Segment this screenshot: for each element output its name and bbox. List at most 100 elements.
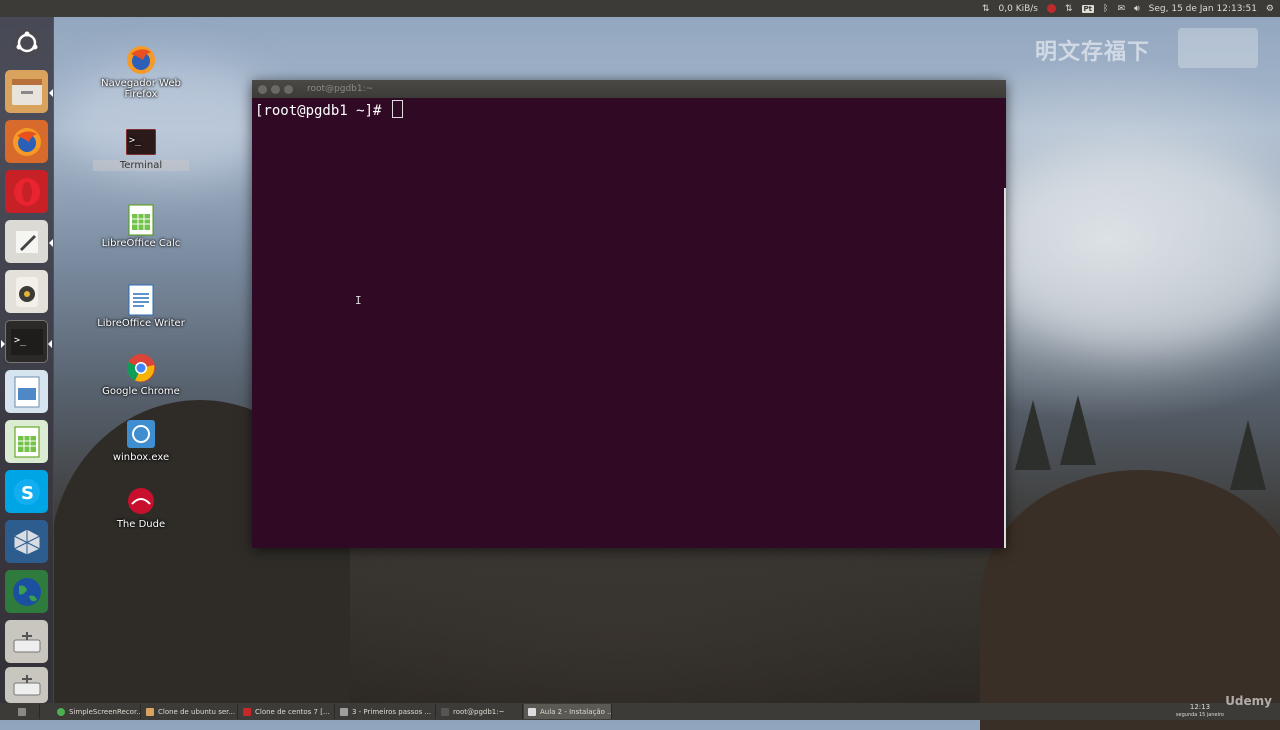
desktop-icon-label: Navegador Web Firefox: [101, 78, 181, 100]
firefox-icon: [127, 46, 155, 74]
svg-text:>_: >_: [14, 335, 27, 346]
task-simplescreenrecorder[interactable]: SimpleScreenRecor...: [53, 704, 141, 719]
svg-text:S: S: [21, 483, 34, 504]
firefox-launcher[interactable]: [5, 120, 48, 163]
taskbar-clock[interactable]: 12:13 segunda 15 janeiro: [1176, 703, 1224, 719]
rhythmbox-launcher[interactable]: [5, 270, 48, 313]
terminal-title: root@pgdb1:~: [307, 84, 374, 94]
globe-icon: [12, 577, 41, 606]
terminal-titlebar[interactable]: root@pgdb1:~: [252, 80, 1006, 98]
watermark: 明文存福下: [1034, 40, 1150, 65]
mail-icon[interactable]: ✉: [1117, 4, 1125, 14]
recorder-icon: [57, 707, 65, 716]
desktop-icon-winbox[interactable]: winbox.exe: [93, 418, 189, 463]
bluetooth-icon[interactable]: ᛒ: [1103, 4, 1108, 14]
tree: [1015, 400, 1051, 470]
files-launcher[interactable]: [5, 70, 53, 113]
network-speed[interactable]: 0,0 KiB/s: [999, 4, 1038, 14]
settings-gear-icon[interactable]: ⚙: [1266, 4, 1274, 14]
tree: [1060, 395, 1096, 465]
desktop-icon-the-dude[interactable]: The Dude: [93, 485, 189, 530]
network-icon[interactable]: ⇅: [1065, 4, 1073, 14]
drive-launcher-1[interactable]: [5, 620, 48, 663]
mouse-ibeam-cursor-icon: I: [355, 294, 362, 307]
terminal-window[interactable]: root@pgdb1:~ [root@pgdb1 ~]# I: [252, 80, 1006, 548]
virtualbox-icon: [243, 707, 251, 716]
top-panel: ⇅ 0,0 KiB/s ⇅ Pt ᛒ ✉ 🔊︎ Seg, 15 de Jan 1…: [0, 0, 1280, 17]
virtualbox-launcher[interactable]: [5, 520, 48, 563]
desktop-icon-firefox[interactable]: Navegador Web Firefox: [93, 44, 189, 100]
task-primeiros-passos[interactable]: 3 - Primeiros passos ...: [336, 704, 436, 719]
virtualbox-icon: [146, 707, 154, 716]
task-label: root@pgdb1:~: [453, 707, 505, 716]
shell-prompt: [root@pgdb1 ~]#: [255, 103, 382, 119]
document-icon: [128, 284, 154, 316]
the-dude-icon: [128, 488, 154, 514]
clock[interactable]: Seg, 15 de Jan 12:13:51: [1149, 4, 1257, 14]
taskbar-clock-time: 12:13: [1189, 703, 1211, 711]
maximize-button[interactable]: [284, 84, 293, 94]
chrome-icon: [126, 354, 155, 382]
task-label: Clone de ubuntu ser...: [158, 707, 236, 716]
browser-icon: [528, 707, 536, 716]
keyboard-layout-indicator[interactable]: Pt: [1081, 4, 1095, 13]
winbox-icon: [127, 420, 155, 448]
terminal-icon: >_: [126, 129, 156, 155]
drive-launcher-2[interactable]: [5, 667, 48, 703]
task-clone-ubuntu[interactable]: Clone de ubuntu ser...: [142, 704, 238, 719]
desktop-icon-label: Terminal: [93, 160, 189, 171]
desktop-icon-google-chrome[interactable]: Google Chrome: [93, 352, 189, 397]
terminal-launcher[interactable]: >_: [1, 320, 52, 363]
minimize-button[interactable]: [271, 84, 280, 94]
close-button[interactable]: [258, 84, 267, 94]
skype-launcher[interactable]: S: [5, 470, 48, 513]
firefox-icon: [12, 127, 41, 156]
virtualbox-icon: [13, 527, 40, 556]
image-document-icon: [14, 376, 39, 407]
show-desktop-button[interactable]: [14, 704, 40, 719]
text-editor-icon: [15, 230, 38, 253]
tree: [1230, 420, 1266, 490]
svg-text:>_: >_: [129, 135, 142, 146]
opera-launcher[interactable]: [5, 170, 48, 213]
ubuntu-dash-button[interactable]: [5, 21, 48, 64]
speaker-icon: [15, 276, 38, 307]
usb-drive-icon: [13, 675, 40, 696]
document-icon: [340, 707, 348, 716]
taskbar-clock-date: segunda 15 janeiro: [1175, 712, 1224, 718]
desktop-icon: [18, 707, 26, 716]
watermark-logo: [1178, 28, 1258, 68]
desktop-icon-label: The Dude: [116, 519, 166, 530]
terminal-scrollbar[interactable]: [1004, 188, 1006, 548]
text-cursor: [391, 100, 403, 118]
volume-icon[interactable]: 🔊︎: [1134, 4, 1140, 14]
task-label: SimpleScreenRecor...: [69, 707, 141, 716]
network-arrows-icon[interactable]: ⇅: [982, 4, 990, 14]
desktop-icon-libreoffice-writer[interactable]: LibreOffice Writer: [93, 284, 189, 329]
text-editor-launcher[interactable]: [5, 220, 53, 263]
skype-icon: S: [13, 478, 40, 505]
terminal-output[interactable]: [root@pgdb1 ~]#: [252, 98, 1006, 122]
globe-launcher[interactable]: [5, 570, 48, 613]
usb-drive-icon: [13, 631, 40, 652]
udemy-logo: Udemy: [1225, 694, 1272, 708]
task-label: Aula 2 - Instalação ...: [540, 707, 612, 716]
desktop-icon-label: LibreOffice Calc: [101, 238, 181, 249]
spreadsheet-icon: [14, 426, 39, 457]
desktop-icon-label: LibreOffice Writer: [97, 318, 185, 329]
opera-icon: [13, 177, 40, 206]
desktop-icon-libreoffice-calc[interactable]: LibreOffice Calc: [93, 204, 189, 249]
image-viewer-launcher[interactable]: [5, 370, 48, 413]
ubuntu-logo-icon: [12, 28, 41, 57]
spreadsheet-icon: [128, 204, 154, 236]
desktop-icon-label: Google Chrome: [102, 386, 180, 397]
libreoffice-calc-launcher[interactable]: [5, 420, 48, 463]
task-aula-2[interactable]: Aula 2 - Instalação ...: [524, 704, 612, 719]
task-terminal[interactable]: root@pgdb1:~: [437, 704, 523, 719]
terminal-icon: >_: [10, 328, 43, 355]
task-clone-centos[interactable]: Clone de centos 7 [...: [239, 704, 335, 719]
fog-bank: [980, 150, 1280, 350]
terminal-icon: [441, 707, 449, 716]
desktop-icon-terminal[interactable]: >_ Terminal: [93, 126, 189, 171]
record-indicator-icon[interactable]: [1047, 4, 1056, 13]
